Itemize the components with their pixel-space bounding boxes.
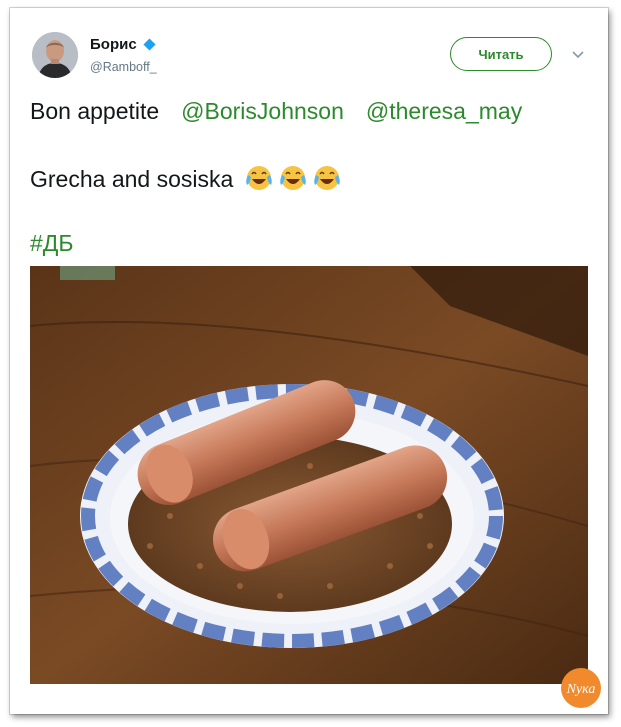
- tweet-text-1: Bon appetite: [30, 98, 160, 124]
- tweet-line-3: #ДБ: [30, 230, 73, 257]
- face-with-tears-of-joy-icon: [313, 166, 340, 190]
- avatar[interactable]: [32, 32, 78, 78]
- tweet-line-1: Bon appetite @BorisJohnson @theresa_may: [30, 98, 522, 125]
- tweet-text-2: Grecha and sosiska: [30, 166, 234, 192]
- hashtag-db[interactable]: #ДБ: [30, 230, 73, 256]
- photo-plate-buckwheat-sausages: [30, 266, 588, 684]
- follow-button[interactable]: Читать: [450, 37, 552, 71]
- verified-badge-icon: [143, 38, 156, 51]
- face-with-tears-of-joy-icon: [245, 166, 272, 190]
- author-name[interactable]: Борис: [90, 36, 156, 53]
- tweet-card: Борис @Ramboff_ Читать Bon appetite @Bori…: [10, 8, 608, 714]
- watermark-logo-icon: Nука: [561, 668, 601, 708]
- tweet-line-2: Grecha and sosiska: [30, 163, 342, 193]
- chevron-down-icon[interactable]: [572, 48, 584, 60]
- author-handle[interactable]: @Ramboff_: [90, 60, 157, 74]
- author-name-text: Борис: [90, 36, 137, 53]
- mention-borisjohnson[interactable]: @BorisJohnson: [181, 98, 344, 124]
- avatar-image: [32, 32, 78, 78]
- watermark-text: Nука: [566, 682, 596, 697]
- mention-theresa-may[interactable]: @theresa_may: [366, 98, 522, 124]
- tweet-photo[interactable]: [30, 266, 588, 684]
- face-with-tears-of-joy-icon: [279, 166, 306, 190]
